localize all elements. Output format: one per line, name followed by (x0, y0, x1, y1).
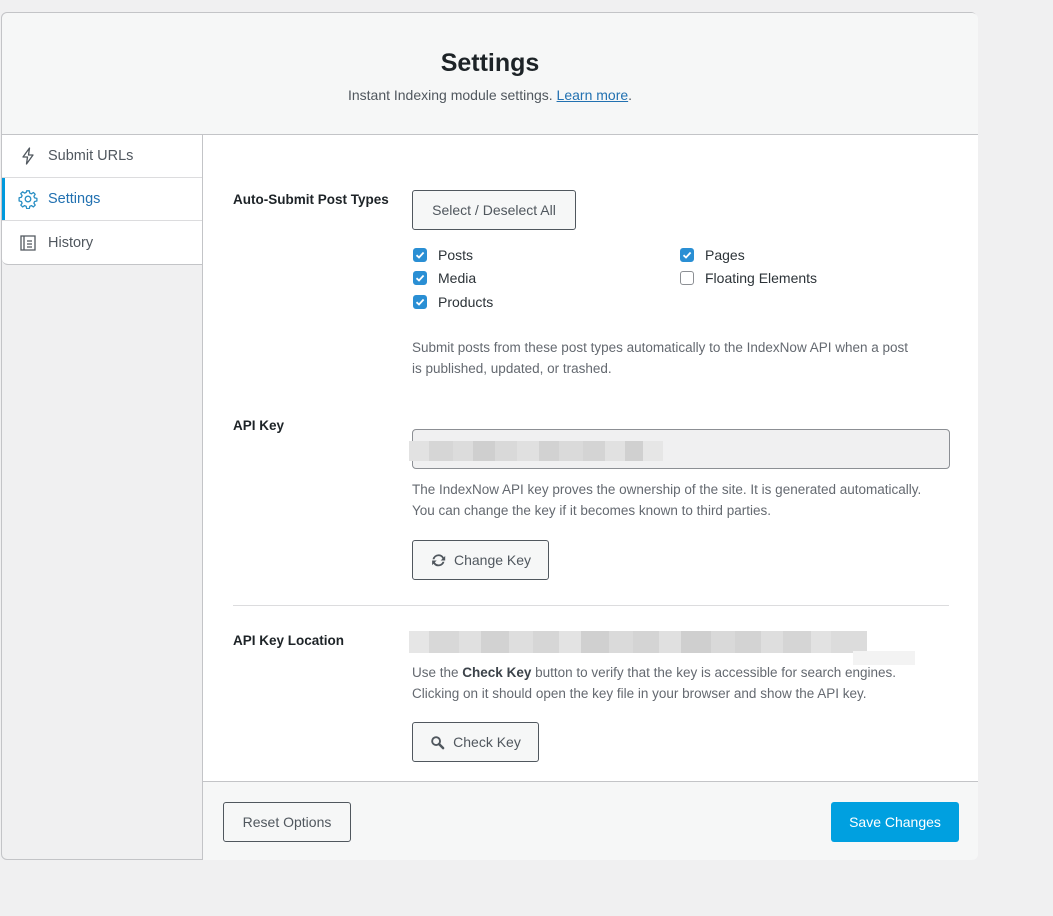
post-types-label: Auto-Submit Post Types (233, 192, 389, 207)
checkbox-products[interactable]: Products (413, 294, 493, 310)
checkbox-label: Floating Elements (705, 270, 818, 286)
settings-content: Auto-Submit Post Types Select / Deselect… (202, 135, 978, 781)
document-icon (18, 233, 38, 253)
checkbox-floating-elements[interactable]: Floating Elements (680, 270, 817, 286)
help-prefix: Use the (412, 665, 459, 680)
help-suffix: button to verify that the key is accessi… (535, 665, 897, 680)
redacted-api-key (409, 441, 663, 461)
change-key-button[interactable]: Change Key (412, 540, 549, 580)
search-icon (430, 735, 445, 750)
settings-header: Settings Instant Indexing module setting… (2, 13, 978, 135)
description-period: . (628, 87, 633, 103)
refresh-icon (430, 552, 447, 569)
sidebar-tabs: Submit URLs Settings History (2, 135, 203, 265)
help-line: The IndexNow API key proves the ownershi… (412, 482, 922, 497)
learn-more-link[interactable]: Learn more (557, 87, 629, 103)
tab-submit-urls[interactable]: Submit URLs (2, 135, 202, 178)
checkbox-media[interactable]: Media (413, 270, 476, 286)
checkbox-label: Posts (438, 247, 474, 263)
reset-options-button[interactable]: Reset Options (223, 802, 351, 842)
checkbox-checked-icon[interactable] (680, 248, 694, 262)
help-line: Submit posts from these post types autom… (412, 340, 909, 355)
page-title: Settings (440, 49, 540, 77)
check-key-button[interactable]: Check Key (412, 722, 539, 762)
help-bold: Check Key (462, 665, 532, 680)
checkbox-posts[interactable]: Posts (413, 247, 473, 263)
api-key-location-help: Use the Check Key button to verify that … (412, 662, 896, 704)
tab-label: Settings (48, 191, 101, 207)
checkbox-label: Pages (705, 247, 745, 263)
checkbox-checked-icon[interactable] (413, 248, 427, 262)
gear-icon (18, 189, 38, 209)
tab-history[interactable]: History (2, 221, 202, 264)
help-line: Clicking on it should open the key file … (412, 686, 867, 701)
settings-footer: Reset Options Save Changes (202, 781, 978, 860)
settings-panel: Settings Instant Indexing module setting… (1, 12, 978, 860)
bolt-icon (18, 146, 38, 166)
help-line: Use the Check Key button to verify that … (412, 662, 896, 683)
button-label: Check Key (453, 734, 521, 750)
tab-settings[interactable]: Settings (2, 178, 202, 221)
checkbox-label: Products (438, 294, 494, 310)
tab-label: History (48, 234, 94, 251)
checkbox-label: Media (438, 270, 477, 286)
select-deselect-all-button[interactable]: Select / Deselect All (412, 190, 576, 230)
api-key-location-label: API Key Location (233, 633, 345, 648)
checkbox-unchecked-icon[interactable] (680, 271, 694, 285)
section-divider (233, 605, 949, 606)
checkbox-checked-icon[interactable] (413, 271, 427, 285)
help-line: You can change the key if it becomes kno… (412, 503, 771, 518)
api-key-label: API Key (233, 418, 285, 433)
save-changes-button[interactable]: Save Changes (831, 802, 959, 842)
help-line: is published, updated, or trashed. (412, 361, 612, 376)
checkbox-checked-icon[interactable] (413, 295, 427, 309)
checkbox-pages[interactable]: Pages (680, 247, 745, 263)
page-description: Instant Indexing module settings. Learn … (2, 87, 978, 103)
description-text: Instant Indexing module settings. (347, 87, 553, 103)
tab-label: Submit URLs (48, 148, 134, 164)
post-types-help: Submit posts from these post types autom… (412, 337, 908, 379)
button-label: Change Key (453, 552, 532, 568)
redacted-key-url (409, 631, 873, 653)
api-key-help: The IndexNow API key proves the ownershi… (412, 479, 921, 521)
